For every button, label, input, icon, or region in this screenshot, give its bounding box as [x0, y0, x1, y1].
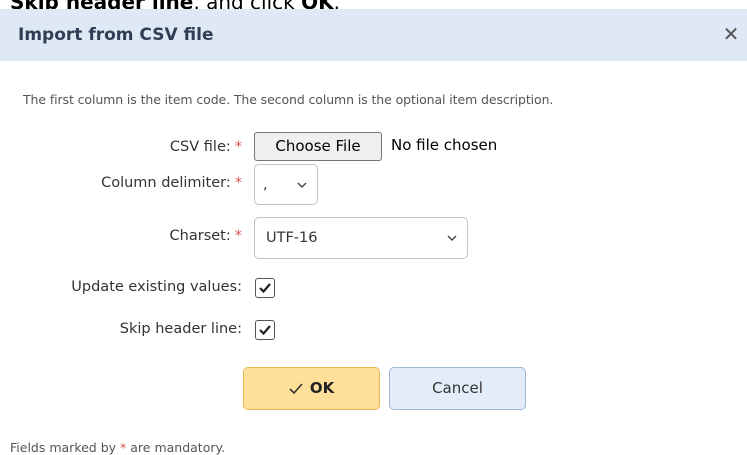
- required-marker: *: [234, 175, 242, 191]
- column-delimiter-select[interactable]: ,: [254, 164, 318, 205]
- cancel-button[interactable]: Cancel: [389, 367, 526, 410]
- check-icon: [289, 382, 303, 394]
- import-csv-dialog: Import from CSV file ✕ The first column …: [0, 9, 747, 455]
- ok-button[interactable]: OK: [243, 367, 380, 410]
- required-marker: *: [120, 440, 127, 455]
- update-existing-label: Update existing values:: [71, 279, 242, 295]
- required-marker: *: [234, 139, 242, 155]
- update-existing-checkbox[interactable]: [255, 278, 275, 298]
- charset-label: Charset: *: [169, 228, 242, 244]
- checkmark-icon: [259, 325, 271, 336]
- checkmark-icon: [259, 283, 271, 294]
- chevron-down-icon: [447, 235, 457, 241]
- choose-file-button[interactable]: Choose File: [254, 132, 382, 161]
- required-marker: *: [234, 228, 242, 244]
- ok-label: OK: [309, 379, 335, 397]
- file-status: No file chosen: [391, 136, 498, 154]
- chevron-down-icon: [297, 182, 307, 188]
- close-icon[interactable]: ✕: [719, 21, 743, 47]
- dialog-hint: The first column is the item code. The s…: [23, 92, 554, 107]
- column-delimiter-value: ,: [263, 176, 268, 193]
- dialog-titlebar: Import from CSV file ✕: [0, 9, 747, 61]
- column-delimiter-label: Column delimiter: *: [101, 175, 242, 191]
- dialog-title: Import from CSV file: [18, 25, 214, 45]
- mandatory-note: Fields marked by * are mandatory.: [10, 440, 226, 455]
- skip-header-label: Skip header line:: [119, 321, 242, 337]
- charset-value: UTF-16: [266, 230, 318, 246]
- charset-select[interactable]: UTF-16: [254, 217, 468, 259]
- skip-header-checkbox[interactable]: [255, 320, 275, 340]
- csv-file-label: CSV file: *: [169, 139, 242, 155]
